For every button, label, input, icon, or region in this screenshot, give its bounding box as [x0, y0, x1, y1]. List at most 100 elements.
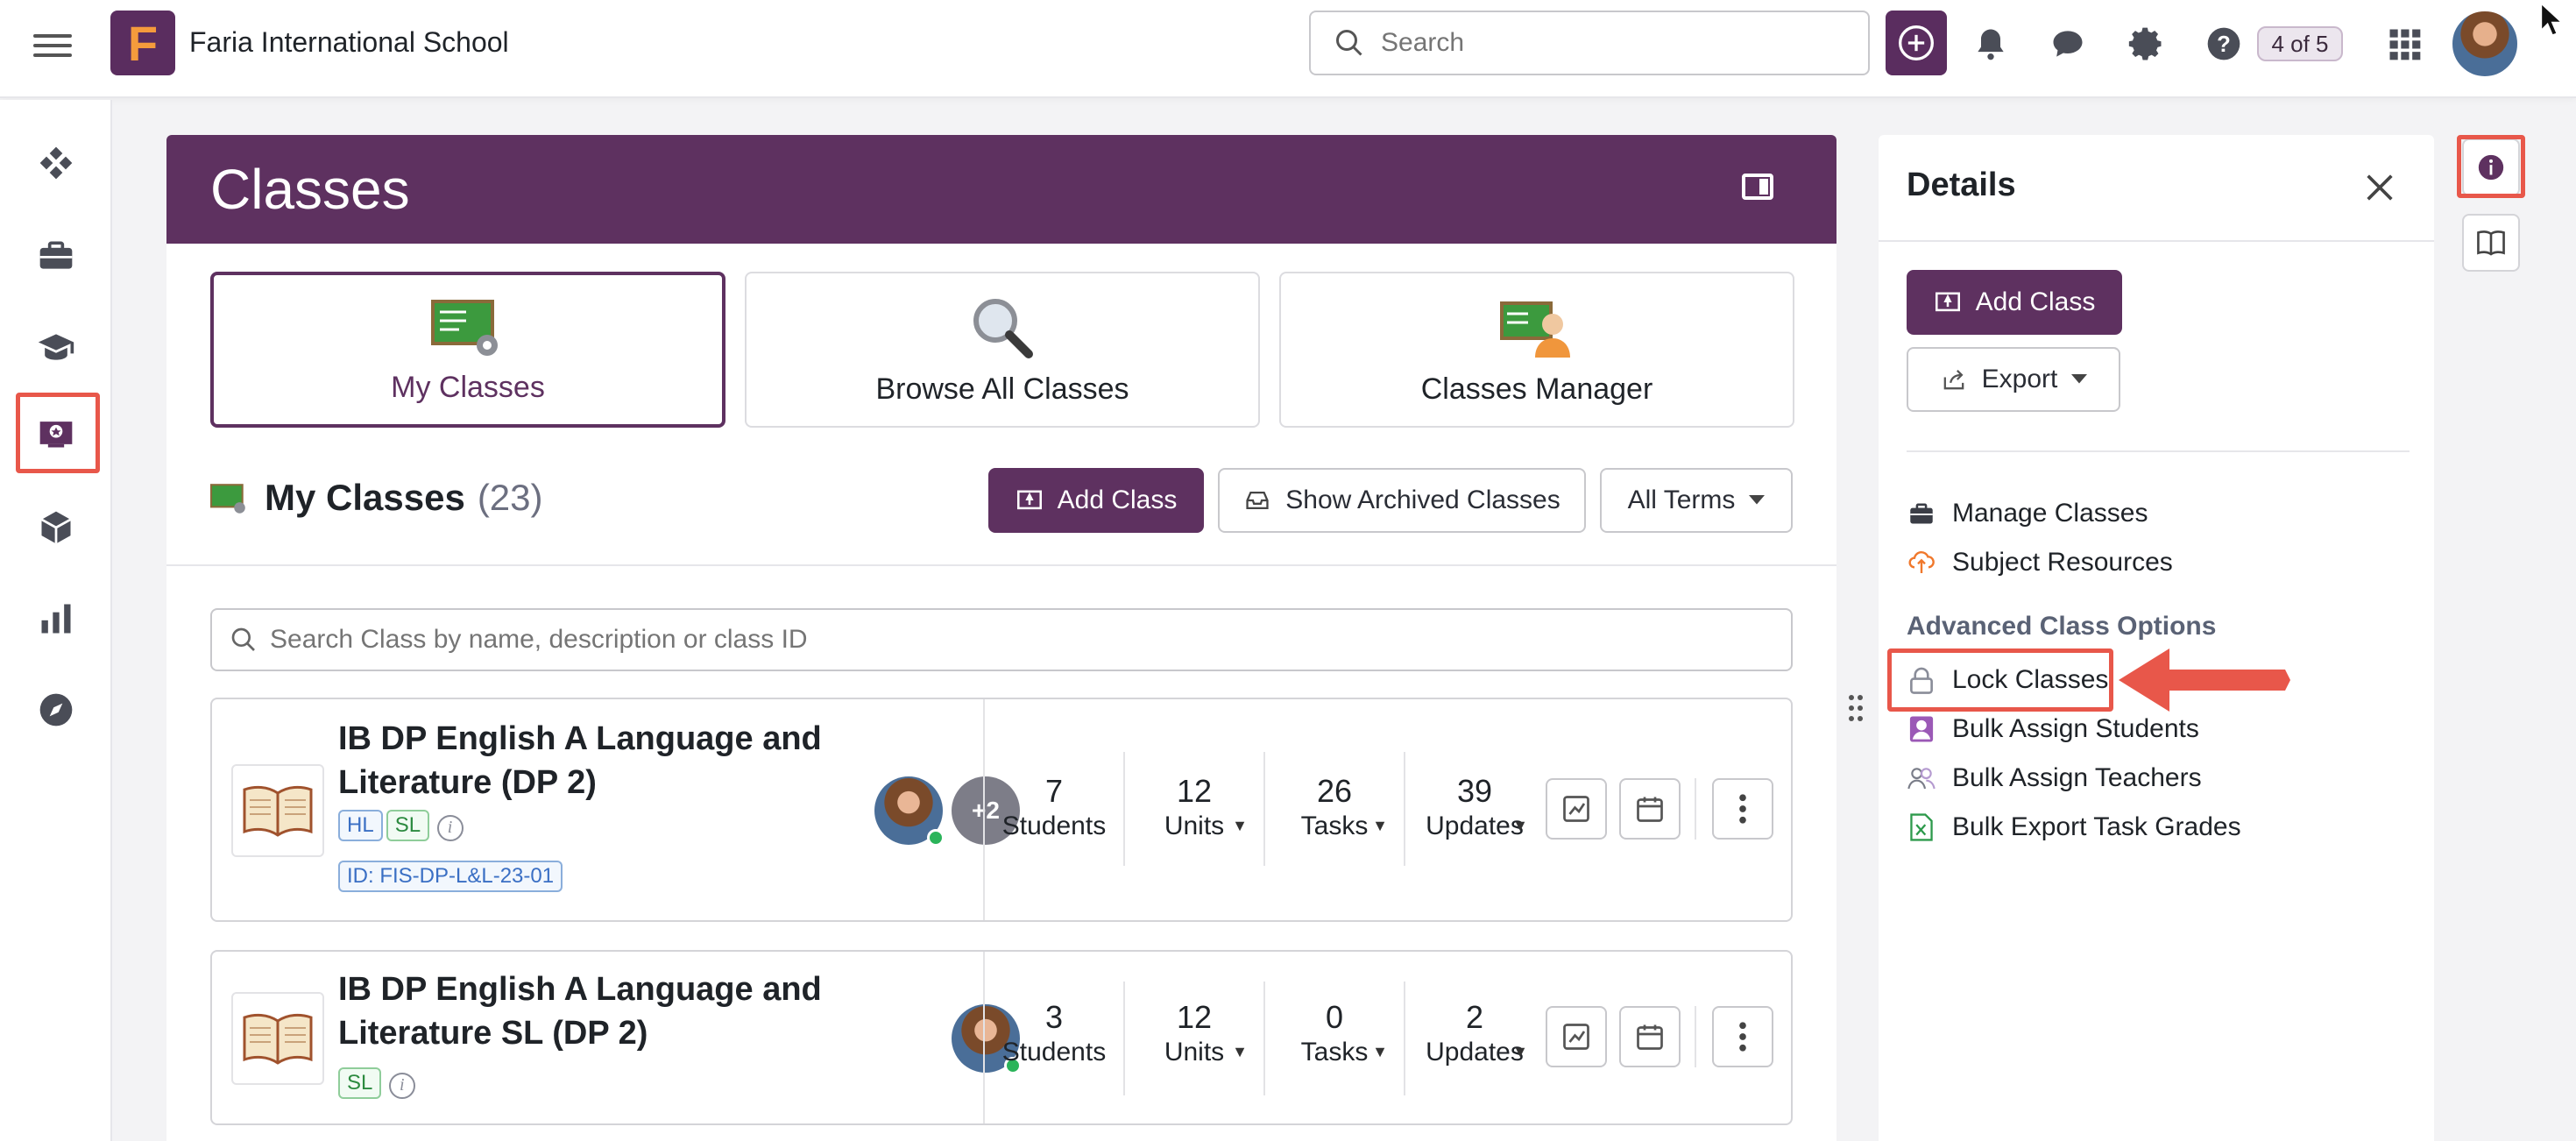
- details-panel: Details Add Class Export Manage Classes …: [1879, 135, 2434, 1141]
- stat-divider: [1404, 982, 1405, 1095]
- manage-classes-link[interactable]: Manage Classes: [1907, 496, 2148, 531]
- chevron-down-icon: ▼: [1512, 817, 1528, 834]
- global-search[interactable]: [1309, 11, 1870, 75]
- chart-report-icon: [1563, 796, 1589, 822]
- chevron-down-icon: [1749, 495, 1766, 505]
- details-add-class-button[interactable]: Add Class: [1907, 270, 2122, 335]
- tab-classes-manager[interactable]: Classes Manager: [1279, 272, 1794, 428]
- chevron-down-icon: ▼: [1512, 1043, 1528, 1060]
- class-tags: HL SL i: [338, 810, 464, 841]
- tab-label: Classes Manager: [1420, 372, 1653, 406]
- add-class-button[interactable]: Add Class: [988, 468, 1204, 533]
- class-book-icon: [231, 764, 324, 857]
- toggle-details-panel-icon[interactable]: [1742, 174, 1773, 200]
- gear-icon[interactable]: [2127, 25, 2166, 63]
- calendar-button[interactable]: [1619, 1006, 1681, 1067]
- class-name[interactable]: IB DP English A Language and Literature …: [338, 717, 829, 804]
- user-avatar[interactable]: [2450, 9, 2520, 79]
- action-divider: [1695, 778, 1696, 840]
- class-search-input[interactable]: [270, 625, 1672, 655]
- details-divider: [1907, 450, 2410, 452]
- class-card[interactable]: IB DP English A Language and Literature …: [210, 698, 1793, 922]
- units-count: 12: [1176, 773, 1213, 809]
- school-logo[interactable]: F: [110, 11, 175, 75]
- tab-label: My Classes: [391, 371, 545, 404]
- calendar-icon: [1637, 797, 1663, 822]
- global-search-input[interactable]: [1381, 28, 1836, 58]
- bar-chart-icon[interactable]: [35, 598, 77, 640]
- add-class-icon: [1016, 490, 1042, 510]
- tab-browse-all-classes[interactable]: Browse All Classes: [745, 272, 1260, 428]
- terms-dropdown[interactable]: All Terms: [1600, 468, 1793, 533]
- left-navigation: [0, 100, 112, 1141]
- tasks-stat[interactable]: 0 Tasks ▼: [1277, 999, 1391, 1067]
- bulk-export-task-grades-link[interactable]: Bulk Export Task Grades: [1907, 810, 2241, 845]
- svg-text:?: ?: [2217, 32, 2231, 57]
- stat-divider: [1123, 982, 1125, 1095]
- close-icon[interactable]: [2362, 170, 2397, 205]
- bulk-assign-students-label: Bulk Assign Students: [1952, 714, 2199, 743]
- compass-icon[interactable]: [35, 689, 77, 731]
- more-options-button[interactable]: [1712, 778, 1773, 840]
- updates-stat[interactable]: 39 Updates ▼: [1418, 773, 1532, 841]
- class-tags: SL i: [338, 1067, 415, 1099]
- guide-book-button[interactable]: [2462, 214, 2520, 272]
- top-bar: F Faria International School ? 4 of 5: [0, 0, 2576, 98]
- calendar-button[interactable]: [1619, 778, 1681, 840]
- class-id-badge: ID: FIS-DP-L&L-23-01: [338, 861, 563, 892]
- briefcase-icon[interactable]: [35, 235, 77, 277]
- class-id-row: ID: FIS-DP-L&L-23-01: [338, 861, 566, 892]
- graduation-cap-icon[interactable]: [35, 326, 77, 368]
- create-button[interactable]: [1886, 11, 1947, 75]
- hamburger-menu-icon[interactable]: [33, 28, 72, 67]
- calendar-icon: [1637, 1024, 1663, 1050]
- export-dropdown-button[interactable]: Export: [1907, 347, 2120, 412]
- info-icon[interactable]: i: [388, 1072, 415, 1099]
- units-stat[interactable]: 12 Units ▼: [1137, 773, 1251, 841]
- card-divider: [983, 952, 985, 1123]
- show-archived-classes-button[interactable]: Show Archived Classes: [1218, 468, 1586, 533]
- tab-my-classes[interactable]: My Classes: [210, 272, 725, 428]
- search-icon: [1336, 30, 1362, 56]
- school-name[interactable]: Faria International School: [189, 26, 509, 59]
- gradebook-button[interactable]: [1546, 778, 1607, 840]
- tour-progress-badge[interactable]: 4 of 5: [2257, 26, 2343, 61]
- classes-panel: Classes My Classes Browse All Classes Cl…: [166, 135, 1836, 1141]
- tasks-count: 0: [1325, 999, 1344, 1035]
- manage-classes-label: Manage Classes: [1952, 499, 2148, 528]
- tasks-stat[interactable]: 26 Tasks ▼: [1277, 773, 1391, 841]
- open-book-icon: [2477, 230, 2505, 256]
- students-stat[interactable]: 7 Students: [997, 773, 1111, 841]
- drag-handle-icon[interactable]: [1847, 694, 1865, 722]
- class-card[interactable]: IB DP English A Language and Literature …: [210, 950, 1793, 1125]
- chart-report-icon: [1563, 1024, 1589, 1050]
- section-title: My Classes (23): [265, 477, 543, 519]
- help-icon[interactable]: ?: [2204, 25, 2243, 63]
- spreadsheet-icon: [1907, 812, 1936, 842]
- students-stat[interactable]: 3 Students: [997, 999, 1111, 1067]
- bulk-assign-students-link[interactable]: Bulk Assign Students: [1907, 712, 2199, 747]
- students-label: Students: [1001, 1038, 1107, 1067]
- details-title: Details: [1907, 167, 2016, 203]
- bulk-assign-teachers-label: Bulk Assign Teachers: [1952, 763, 2202, 792]
- details-divider: [1879, 240, 2434, 242]
- chat-icon[interactable]: [2049, 25, 2087, 63]
- cube-icon[interactable]: [35, 507, 77, 549]
- sl-tag: SL: [338, 1067, 382, 1099]
- dashboard-icon[interactable]: [35, 142, 77, 184]
- class-search[interactable]: [210, 608, 1793, 671]
- chevron-down-icon: [2071, 374, 2088, 384]
- plus-circle-icon: [1899, 25, 1934, 60]
- subject-resources-link[interactable]: Subject Resources: [1907, 545, 2173, 580]
- class-name[interactable]: IB DP English A Language and Literature …: [338, 967, 829, 1055]
- info-icon[interactable]: i: [436, 814, 464, 841]
- bell-icon[interactable]: [1971, 25, 2010, 63]
- teachers-icon: [1907, 763, 1936, 793]
- bulk-assign-teachers-link[interactable]: Bulk Assign Teachers: [1907, 761, 2202, 796]
- more-options-button[interactable]: [1712, 1006, 1773, 1067]
- updates-stat[interactable]: 2 Updates ▼: [1418, 999, 1532, 1067]
- gradebook-button[interactable]: [1546, 1006, 1607, 1067]
- units-stat[interactable]: 12 Units ▼: [1137, 999, 1251, 1067]
- student-icon: [1907, 714, 1936, 744]
- apps-grid-icon[interactable]: [2385, 25, 2424, 63]
